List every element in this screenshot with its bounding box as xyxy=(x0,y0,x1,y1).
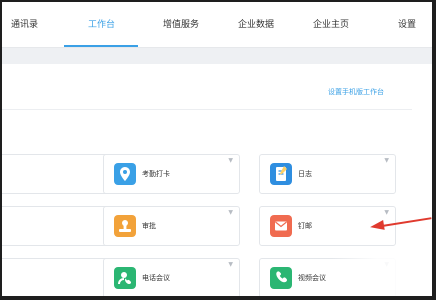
nav-tab-enterprise-data[interactable]: 企业数据 xyxy=(238,2,274,48)
app-label: 日志 xyxy=(298,170,312,178)
chevron-down-icon[interactable]: ▼ xyxy=(228,157,233,164)
location-pin-icon xyxy=(114,163,136,185)
header-spacer xyxy=(2,48,432,64)
stamp-icon xyxy=(114,215,136,237)
chevron-down-icon[interactable]: ▼ xyxy=(384,157,389,164)
notebook-icon xyxy=(270,163,292,185)
app-label: 审批 xyxy=(142,222,156,230)
chevron-down-icon[interactable]: ▼ xyxy=(228,261,233,268)
watermark-fade xyxy=(332,252,432,296)
nav-tab-enterprise-homepage[interactable]: 企业主页 xyxy=(313,2,349,48)
app-label: 电话会议 xyxy=(142,274,170,282)
mobile-workbench-settings-link[interactable]: 设置手机版工作台 xyxy=(328,87,384,97)
app-label: 视频会议 xyxy=(298,274,326,282)
mail-icon xyxy=(270,215,292,237)
nav-tab-value-added-services[interactable]: 增值服务 xyxy=(163,2,199,48)
app-label: 钉邮 xyxy=(298,222,312,230)
nav-tab-contacts[interactable]: 通讯录 xyxy=(11,2,38,48)
phone-call-icon xyxy=(114,267,136,289)
nav-tab-workbench[interactable]: 工作台 xyxy=(88,2,115,48)
app-tile-phone-conference[interactable]: ▼ 电话会议 xyxy=(103,258,240,296)
active-tab-indicator xyxy=(64,45,138,47)
top-nav: 通讯录 工作台 增值服务 企业数据 企业主页 设置 xyxy=(2,2,432,48)
app-tile-approval[interactable]: ▼ 审批 xyxy=(103,206,240,246)
app-tile-attendance[interactable]: ▼ 考勤打卡 xyxy=(103,154,240,194)
app-window: 通讯录 工作台 增值服务 企业数据 企业主页 设置 设置手机版工作台 ▼ ▼ 考… xyxy=(2,2,432,296)
video-call-icon xyxy=(270,267,292,289)
nav-tab-settings[interactable]: 设置 xyxy=(398,2,416,48)
panel-divider xyxy=(2,109,412,110)
app-tile-log[interactable]: ▼ 日志 xyxy=(259,154,396,194)
chevron-down-icon[interactable]: ▼ xyxy=(384,209,389,216)
chevron-down-icon[interactable]: ▼ xyxy=(228,209,233,216)
app-label: 考勤打卡 xyxy=(142,170,170,178)
